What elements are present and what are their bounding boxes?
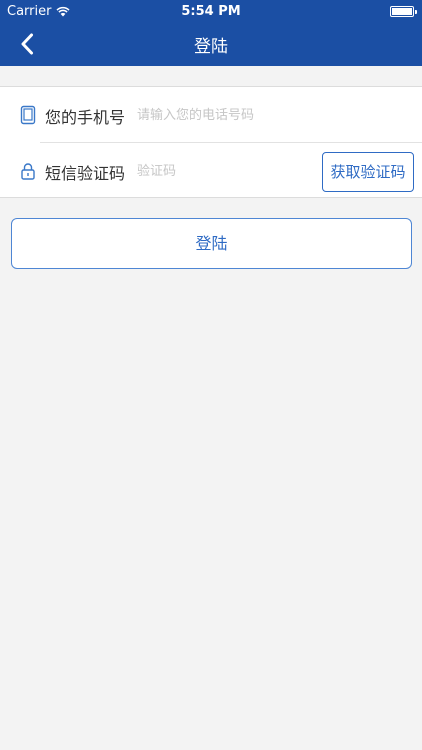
login-button[interactable]: 登陆	[11, 218, 412, 269]
phone-input[interactable]	[137, 102, 407, 128]
top-bar: Carrier 5:54 PM 登陆	[0, 0, 422, 66]
login-screen: Carrier 5:54 PM 登陆 您的手机号 请输入您的电话号码 短信验证码…	[0, 0, 422, 750]
phone-row: 您的手机号	[0, 87, 422, 143]
get-code-button[interactable]: 获取验证码	[322, 152, 414, 192]
page-title: 登陆	[194, 37, 228, 57]
battery-fill	[392, 8, 412, 15]
status-time: 5:54 PM	[181, 4, 241, 19]
battery-icon	[390, 6, 417, 17]
login-form: 您的手机号 短信验证码 获取验证码	[0, 86, 422, 198]
code-label: 短信验证码	[45, 164, 126, 183]
phone-label: 您的手机号	[45, 108, 126, 127]
navigation-bar: 登陆	[0, 22, 422, 66]
code-input[interactable]	[137, 158, 307, 184]
status-bar: Carrier 5:54 PM	[0, 0, 422, 22]
phone-icon	[20, 105, 36, 125]
code-row: 短信验证码 获取验证码	[0, 143, 422, 199]
lock-icon	[21, 163, 35, 180]
